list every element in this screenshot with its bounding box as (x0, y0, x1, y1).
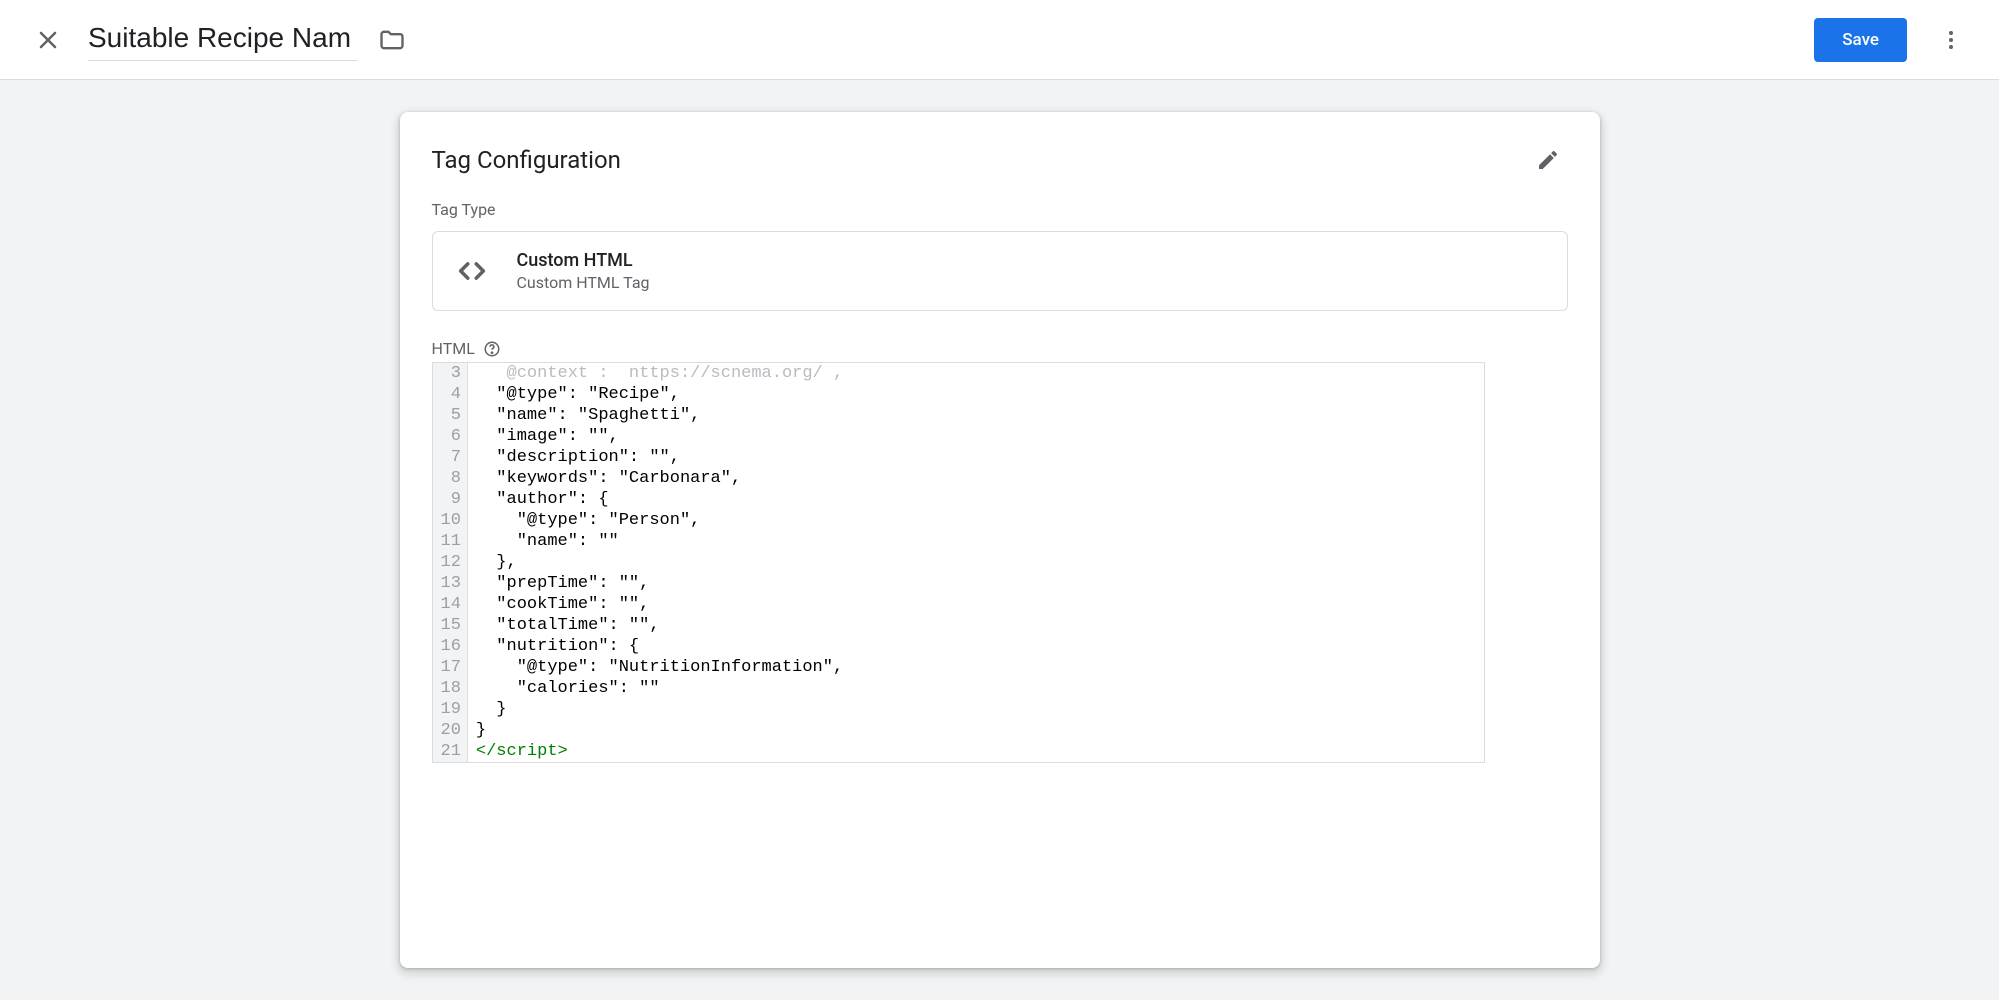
html-code-editor[interactable]: 3456789101112131415161718192021 @context… (432, 362, 1485, 763)
html-field-label: HTML (432, 339, 475, 358)
more-menu-button[interactable] (1927, 16, 1975, 64)
edit-button[interactable] (1528, 140, 1568, 180)
code-gutter: 3456789101112131415161718192021 (433, 363, 468, 762)
tag-name-input[interactable] (88, 18, 358, 61)
header-actions: Save (1814, 16, 1975, 64)
code-icon-wrapper (455, 254, 489, 288)
tag-config-card: Tag Configuration Tag Type Custom HTML C… (400, 112, 1600, 968)
code-content[interactable]: @context : nttps://scnema.org/ , "@type"… (468, 363, 1484, 762)
tag-type-desc: Custom HTML Tag (517, 273, 650, 292)
more-vert-icon (1939, 28, 1963, 52)
content-area: Tag Configuration Tag Type Custom HTML C… (0, 80, 1999, 1000)
tag-type-info: Custom HTML Custom HTML Tag (517, 250, 650, 292)
title-area (88, 18, 1814, 61)
html-label-row: HTML (432, 339, 1568, 358)
close-icon (36, 28, 60, 52)
help-icon (483, 340, 501, 358)
folder-button[interactable] (378, 26, 406, 54)
app-header: Save (0, 0, 1999, 80)
tag-type-selector[interactable]: Custom HTML Custom HTML Tag (432, 231, 1568, 311)
pencil-icon (1536, 148, 1560, 172)
save-button[interactable]: Save (1814, 18, 1907, 62)
close-button[interactable] (24, 16, 72, 64)
tag-type-label: Tag Type (432, 200, 1568, 219)
code-icon (455, 254, 489, 288)
card-header: Tag Configuration (432, 140, 1568, 180)
card-title: Tag Configuration (432, 146, 621, 174)
folder-icon (378, 26, 406, 54)
tag-type-name: Custom HTML (517, 250, 650, 271)
help-button[interactable] (483, 340, 501, 358)
